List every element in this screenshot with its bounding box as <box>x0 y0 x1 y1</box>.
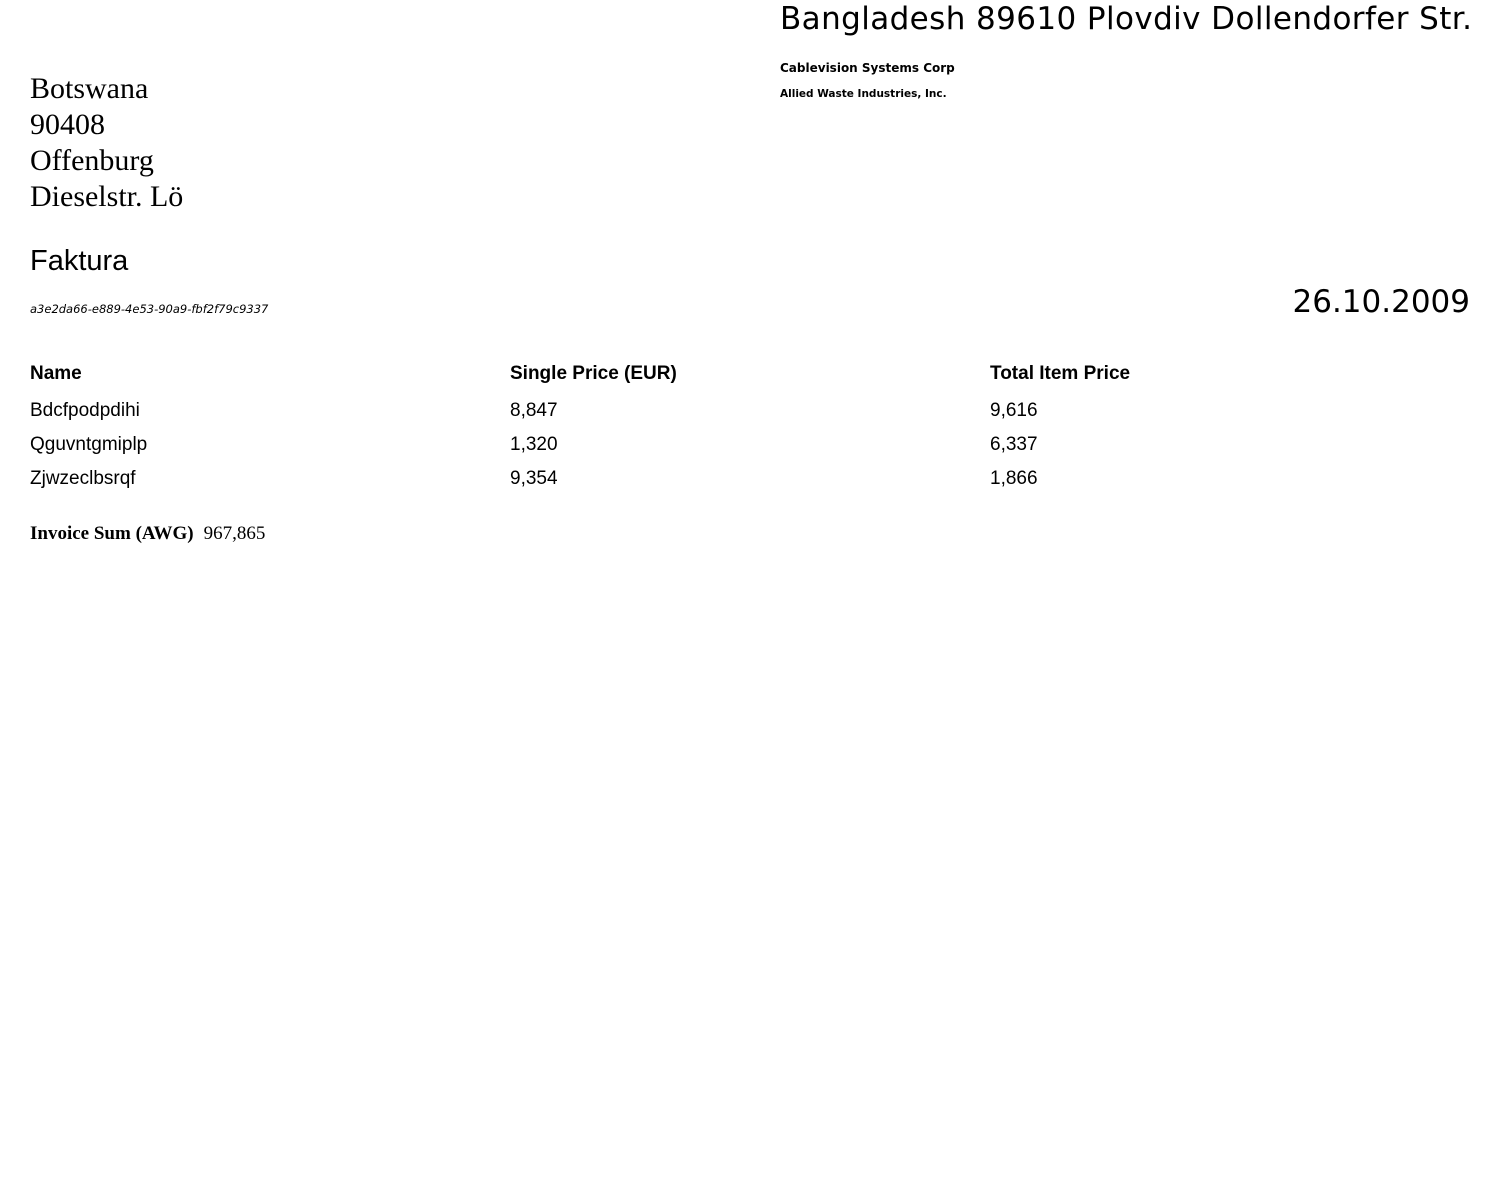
recipient-street: Dieselstr. Lö <box>30 180 184 213</box>
recipient-postal-code: 90408 <box>30 108 105 141</box>
table-row: Zjwzeclbsrqf 9,354 1,866 <box>30 462 1470 496</box>
column-header-single-price: Single Price (EUR) <box>510 363 677 384</box>
item-total-price: 6,337 <box>990 434 1038 455</box>
item-single-price: 8,847 <box>510 400 558 421</box>
table-row: Bdcfpodpdihi 8,847 9,616 <box>30 394 1470 428</box>
invoice-sum-label: Invoice Sum (AWG) <box>30 523 194 544</box>
sender-block: Bangladesh 89610 Plovdiv Dollendorfer St… <box>780 0 1480 101</box>
item-name: Qguvntgmiplp <box>30 434 148 455</box>
column-header-total-price: Total Item Price <box>990 363 1131 384</box>
item-name: Zjwzeclbsrqf <box>30 468 136 489</box>
column-header-name: Name <box>30 363 82 384</box>
item-total-price: 1,866 <box>990 468 1038 489</box>
document-title: Faktura <box>30 245 129 277</box>
item-name: Bdcfpodpdihi <box>30 400 140 421</box>
sender-company-secondary: Allied Waste Industries, Inc. <box>780 88 947 100</box>
recipient-country: Botswana <box>30 72 149 105</box>
document-date: 26.10.2009 <box>1292 284 1471 320</box>
recipient-city: Offenburg <box>30 144 154 177</box>
item-single-price: 9,354 <box>510 468 558 489</box>
items-table: Name Single Price (EUR) Total Item Price… <box>30 358 1470 496</box>
recipient-address: Botswana 90408 Offenburg Dieselstr. Lö <box>30 71 183 215</box>
item-total-price: 9,616 <box>990 400 1038 421</box>
sender-address: Bangladesh 89610 Plovdiv Dollendorfer St… <box>780 1 1473 37</box>
invoice-sum: Invoice Sum (AWG) 967,865 <box>30 522 265 546</box>
sender-company-name: Cablevision Systems Corp <box>780 61 955 75</box>
invoice-sum-value: 967,865 <box>203 523 266 544</box>
table-row: Qguvntgmiplp 1,320 6,337 <box>30 428 1470 462</box>
table-header-row: Name Single Price (EUR) Total Item Price <box>30 358 1470 390</box>
item-single-price: 1,320 <box>510 434 558 455</box>
document-id: a3e2da66-e889-4e53-90a9-fbf2f79c9337 <box>30 302 269 316</box>
